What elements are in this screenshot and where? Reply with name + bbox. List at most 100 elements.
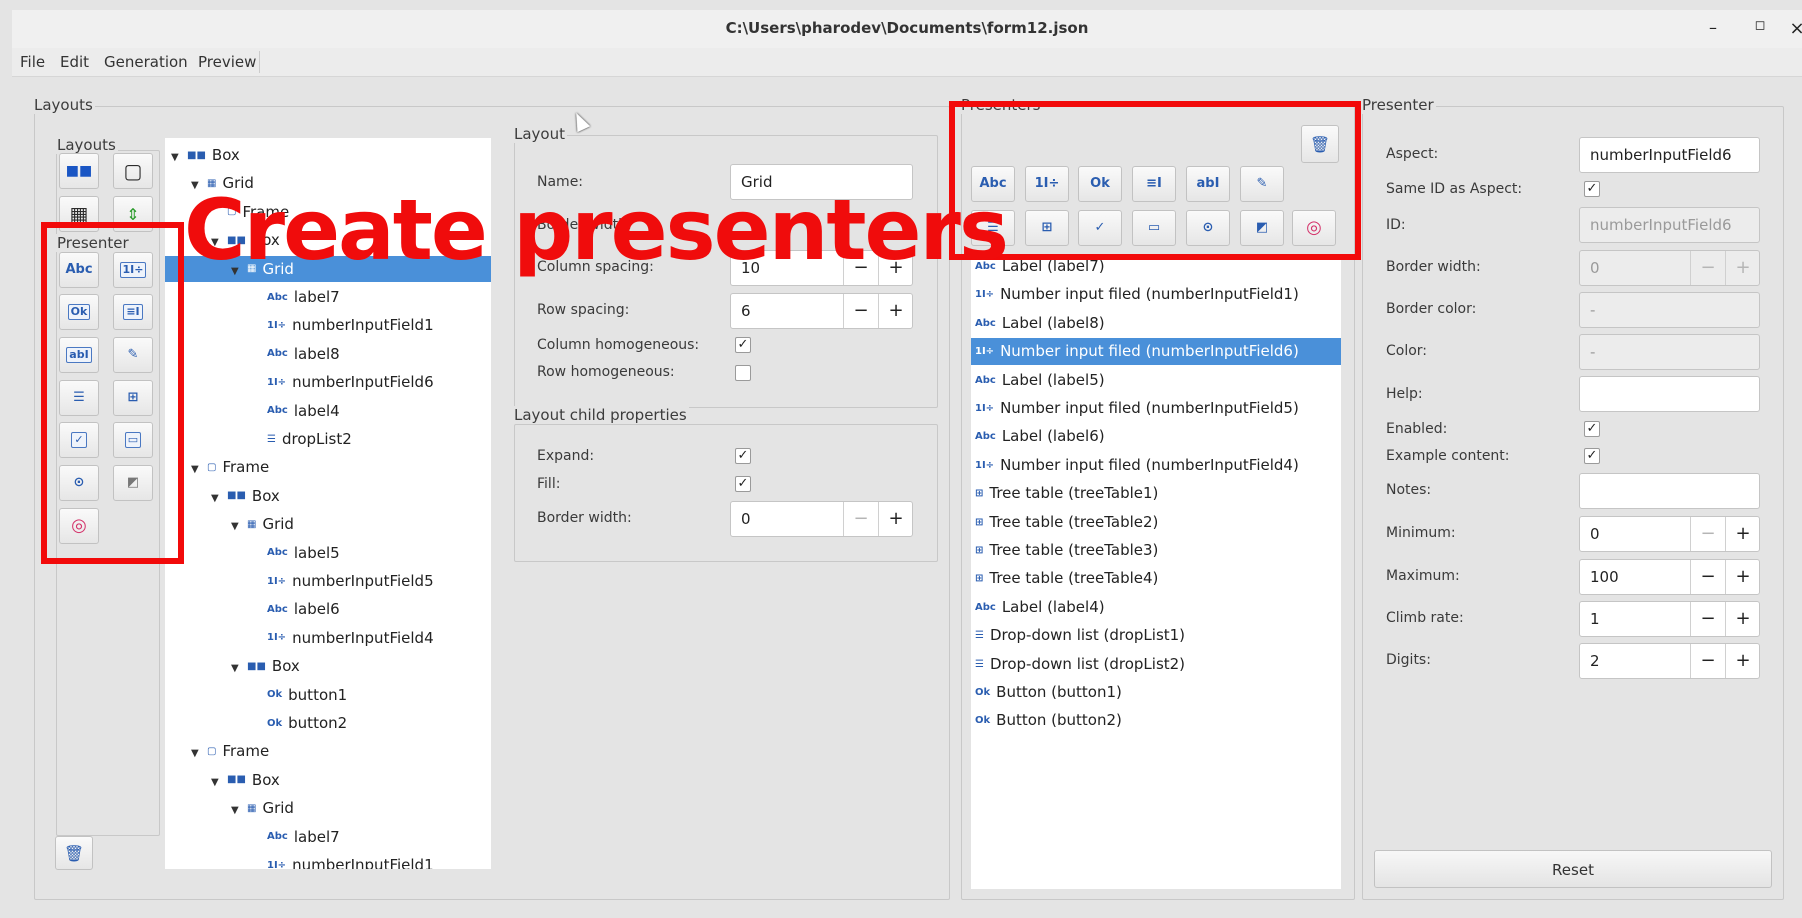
increment-button[interactable]: + (1725, 251, 1760, 285)
tree-node[interactable]: ▼ ■■ Box (165, 767, 491, 793)
presenter-list-item[interactable]: Abc Label (label5) (971, 367, 1341, 394)
decrement-button[interactable]: − (1690, 602, 1725, 636)
row-spacing-stepper[interactable]: 6 − + (730, 293, 913, 329)
decrement-button[interactable]: − (843, 502, 878, 536)
menu-file[interactable]: File (20, 53, 45, 71)
tree-node[interactable]: Abc label8 (165, 341, 491, 367)
expand-arrow-icon[interactable]: ▼ (211, 486, 227, 512)
presenter-list-item[interactable]: ⊞ Tree table (treeTable4) (971, 565, 1341, 592)
fill-checkbox[interactable]: ✓ (735, 476, 751, 492)
presenter-list-item[interactable]: 1I÷ Number input filed (numberInputField6… (971, 338, 1341, 366)
notes-input[interactable] (1579, 473, 1760, 509)
tree-node[interactable]: ▼ ▢ Frame (165, 454, 491, 480)
tree-node[interactable]: Ok button2 (165, 710, 491, 736)
decrement-button[interactable]: − (1690, 251, 1725, 285)
presenter-list-item[interactable]: ☰ Drop-down list (dropList1) (971, 622, 1341, 649)
expand-arrow-icon[interactable]: ▼ (231, 656, 247, 682)
border-color-input[interactable]: - (1579, 292, 1760, 328)
tree-node[interactable]: Abc label4 (165, 398, 491, 424)
maximize-icon[interactable]: ◻ (1749, 18, 1771, 33)
presenter-list-item[interactable]: Ok Button (button2) (971, 707, 1341, 734)
tree-node[interactable]: 1I÷ numberInputField5 (165, 568, 491, 594)
climb-rate-stepper[interactable]: 1 − + (1579, 601, 1760, 637)
enabled-checkbox[interactable]: ✓ (1584, 421, 1600, 437)
minimize-icon[interactable]: – (1702, 18, 1724, 37)
row-homogeneous-checkbox[interactable] (735, 365, 751, 381)
decrement-button[interactable]: − (1690, 644, 1725, 678)
tree-node-label: Box (251, 486, 280, 505)
tree-node[interactable]: ▼ ▢ Frame (165, 738, 491, 764)
expand-arrow-icon[interactable]: ▼ (231, 798, 247, 824)
tree-node[interactable]: ▼ ▦ Grid (165, 511, 491, 537)
tree-node[interactable]: Ok button1 (165, 682, 491, 708)
expand-arrow-icon[interactable]: ▼ (211, 770, 227, 796)
reset-button[interactable]: Reset (1374, 850, 1772, 888)
tree-node[interactable]: Abc label7 (165, 284, 491, 310)
presenter-list-item[interactable]: Abc Label (label4) (971, 594, 1341, 621)
menu-preview[interactable]: Preview (198, 53, 256, 71)
presenter-list-item[interactable]: ⊞ Tree table (treeTable3) (971, 537, 1341, 564)
expand-arrow-icon[interactable]: ▼ (231, 514, 247, 540)
maximum-stepper[interactable]: 100 − + (1579, 559, 1760, 595)
decrement-button[interactable]: − (1690, 560, 1725, 594)
same-id-checkbox[interactable]: ✓ (1584, 181, 1600, 197)
column-homogeneous-checkbox[interactable]: ✓ (735, 337, 751, 353)
tree-node-label: label8 (293, 344, 340, 363)
border-width-stepper[interactable]: 0 − + (1579, 250, 1760, 286)
presenter-list-item[interactable]: 1I÷ Number input filed (numberInputField1… (971, 281, 1341, 308)
expand-arrow-icon[interactable]: ▼ (191, 741, 207, 767)
node-type-icon: Abc (267, 405, 288, 417)
increment-button[interactable]: + (878, 294, 913, 328)
minimum-stepper[interactable]: 0 − + (1579, 516, 1760, 552)
box-layout-button[interactable]: ■■ (59, 153, 99, 189)
menu-generation[interactable]: Generation (104, 53, 188, 71)
increment-button[interactable]: + (1725, 517, 1760, 551)
presenter-list-item[interactable]: Ok Button (button1) (971, 679, 1341, 706)
increment-button[interactable]: + (1725, 644, 1760, 678)
tree-node[interactable]: 1I÷ numberInputField6 (165, 369, 491, 395)
node-type-icon: 1I÷ (267, 319, 287, 331)
menu-edit[interactable]: Edit (60, 53, 89, 71)
increment-button[interactable]: + (1725, 602, 1760, 636)
tree-node[interactable]: ☰ dropList2 (165, 426, 491, 452)
presenter-list-item[interactable]: Abc Label (label7) (971, 257, 1341, 280)
presenters-list[interactable]: Abc Label (label7) 1I÷ Number input filed (… (971, 257, 1341, 889)
tree-node[interactable]: ▼ ■■ Box (165, 653, 491, 679)
tree-node[interactable]: 1I÷ numberInputField1 (165, 852, 491, 869)
expand-checkbox[interactable]: ✓ (735, 448, 751, 464)
presenter-list-item[interactable]: 1I÷ Number input filed (numberInputField5… (971, 395, 1341, 422)
tree-node[interactable]: 1I÷ numberInputField4 (165, 625, 491, 651)
presenter-list-item[interactable]: Abc Label (label6) (971, 423, 1341, 450)
decrement-button[interactable]: − (1690, 517, 1725, 551)
expand-arrow-icon[interactable]: ▼ (171, 145, 187, 171)
id-input[interactable]: numberInputField6 (1579, 207, 1760, 243)
presenter-list-item[interactable]: 1I÷ Number input filed (numberInputField4… (971, 452, 1341, 479)
presenter-list-item[interactable]: ⊞ Tree table (treeTable2) (971, 509, 1341, 536)
decrement-button[interactable]: − (843, 294, 878, 328)
increment-button[interactable]: + (1725, 560, 1760, 594)
tree-node[interactable]: Abc label5 (165, 540, 491, 566)
tree-node[interactable]: Abc label7 (165, 824, 491, 850)
tree-node[interactable]: 1I÷ numberInputField1 (165, 312, 491, 338)
aspect-input[interactable]: numberInputField6 (1579, 137, 1760, 173)
child-border-width-stepper[interactable]: 0 − + (730, 501, 913, 537)
presenter-list-item[interactable]: Abc Label (label8) (971, 310, 1341, 337)
digits-stepper[interactable]: 2 − + (1579, 643, 1760, 679)
color-input[interactable]: - (1579, 334, 1760, 370)
example-content-checkbox[interactable]: ✓ (1584, 448, 1600, 464)
increment-button[interactable]: + (878, 502, 913, 536)
tree-node[interactable]: ▼ ▦ Grid (165, 795, 491, 821)
node-type-icon: ■■ (227, 490, 246, 502)
tree-node[interactable]: ▼ ■■ Box (165, 142, 491, 168)
presenter-list-item[interactable]: ⊞ Tree table (treeTable1) (971, 480, 1341, 507)
presenter-list-item[interactable]: ☰ Drop-down list (dropList2) (971, 651, 1341, 678)
close-icon[interactable]: × (1786, 18, 1802, 39)
help-input[interactable] (1579, 376, 1760, 412)
tree-node[interactable]: ▼ ■■ Box (165, 483, 491, 509)
presenter-type-icon: 1I÷ (975, 459, 995, 471)
tree-node-label: label6 (293, 600, 340, 619)
delete-layout-button[interactable]: 🗑 (55, 836, 93, 870)
tree-node[interactable]: Abc label6 (165, 596, 491, 622)
expand-arrow-icon[interactable]: ▼ (191, 457, 207, 483)
frame-layout-button[interactable]: ▢ (113, 153, 153, 189)
